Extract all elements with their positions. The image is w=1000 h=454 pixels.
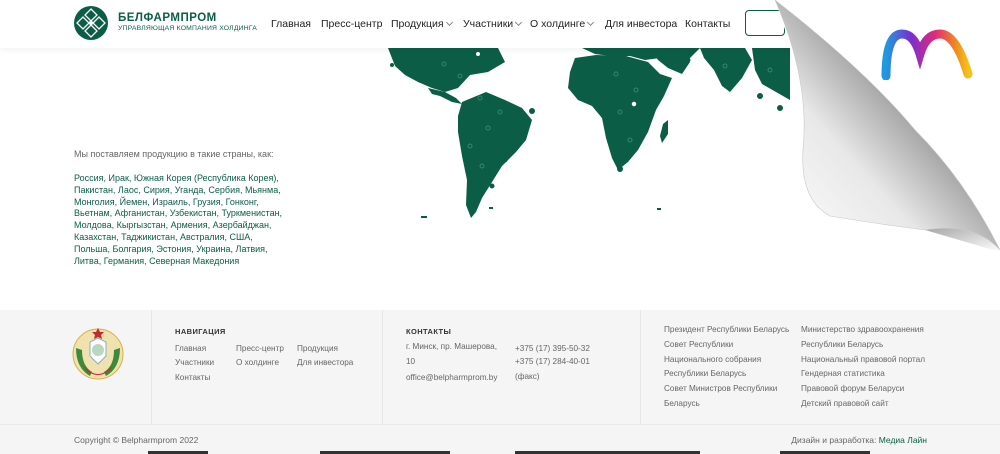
- site-footer: НАВИГАЦИЯ Главная Пресс-центр Продукция …: [0, 310, 1000, 454]
- footer-fax[interactable]: +375 (17) 284-40-01 (факс): [515, 355, 605, 384]
- footer-link-legal-forum[interactable]: Правовой форум Беларуси: [801, 382, 936, 397]
- nav-about[interactable]: О холдинге: [530, 18, 595, 30]
- chevron-down-icon: [587, 18, 595, 27]
- nav-investors[interactable]: Для инвестора: [605, 18, 677, 30]
- credits: Дизайн и разработка: Медиа Лайн: [791, 435, 927, 445]
- footer-address: г. Минск, пр. Машерова, 10: [406, 342, 497, 366]
- nav-label: Продукция: [391, 18, 444, 30]
- footer-divider: [151, 310, 152, 424]
- coat-of-arms-icon[interactable]: [70, 326, 126, 382]
- nav-label: Главная: [271, 18, 311, 30]
- nav-home[interactable]: Главная: [271, 18, 311, 30]
- logo-ornament-icon[interactable]: [73, 5, 109, 41]
- chevron-down-icon: [515, 18, 523, 27]
- footer-divider: [382, 310, 383, 424]
- footer-link-president[interactable]: Президент Республики Беларусь: [664, 323, 792, 338]
- footer-nav-investors[interactable]: Для инвестора: [297, 358, 353, 367]
- footer-nav-title: НАВИГАЦИЯ: [175, 327, 226, 336]
- logo-subtitle: УПРАВЛЯЮЩАЯ КОМПАНИЯ ХОЛДИНГА: [118, 25, 257, 32]
- footer-link-ministers[interactable]: Совет Министров Республики Беларусь: [664, 382, 792, 411]
- brand-m-logo-icon[interactable]: [880, 28, 976, 80]
- footer-nav-participants[interactable]: Участники: [175, 358, 214, 367]
- nav-label: Контакты: [685, 18, 731, 30]
- footer-email[interactable]: office@belpharmprom.by: [406, 373, 497, 382]
- footer-link-council[interactable]: Совет Республики Национального собрания …: [664, 338, 792, 382]
- nav-contacts[interactable]: Контакты: [685, 18, 730, 30]
- footer-phone[interactable]: +375 (17) 395-50-32: [515, 344, 590, 353]
- footer-nav-products[interactable]: Продукция: [297, 344, 338, 353]
- nav-participants[interactable]: Участники: [463, 18, 523, 30]
- footer-nav-about[interactable]: О холдинге: [236, 358, 279, 367]
- nav-label: Для инвестора: [605, 18, 678, 30]
- footer-contacts-title: КОНТАКТЫ: [406, 327, 452, 336]
- footer-link-health-ministry[interactable]: Министерство здравоохранения Республики …: [801, 323, 936, 352]
- copyright: Copyright © Belpharmprom 2022: [74, 435, 199, 445]
- footer-link-kids-legal[interactable]: Детский правовой сайт: [801, 397, 936, 412]
- footer-link-legal-portal[interactable]: Национальный правовой портал: [801, 353, 936, 368]
- nav-label: Пресс-центр: [321, 18, 383, 30]
- countries-list: Россия, Ирак, Южная Корея (Республика Ко…: [74, 173, 283, 266]
- logo-name[interactable]: БЕЛФАРМПРОМ: [118, 12, 217, 24]
- chevron-down-icon: [445, 18, 453, 27]
- nav-label: Участники: [463, 18, 514, 30]
- footer-nav-press-center[interactable]: Пресс-центр: [236, 344, 284, 353]
- countries-intro: Мы поставляем продукцию в такие страны, …: [74, 149, 274, 159]
- credits-link[interactable]: Медиа Лайн: [879, 435, 927, 445]
- nav-label: О холдинге: [530, 18, 586, 30]
- page: БЕЛФАРМПРОМ УПРАВЛЯЮЩАЯ КОМПАНИЯ ХОЛДИНГ…: [0, 0, 1000, 454]
- footer-nav-contacts[interactable]: Контакты: [175, 373, 210, 382]
- footer-nav-home[interactable]: Главная: [175, 344, 206, 353]
- footer-divider: [640, 310, 641, 424]
- nav-press-center[interactable]: Пресс-центр: [321, 18, 382, 30]
- footer-link-gender-stats[interactable]: Гендерная статистика: [801, 367, 936, 382]
- next-section-peek: [148, 451, 870, 454]
- credits-prefix: Дизайн и разработка:: [791, 435, 877, 445]
- nav-products[interactable]: Продукция: [391, 18, 453, 30]
